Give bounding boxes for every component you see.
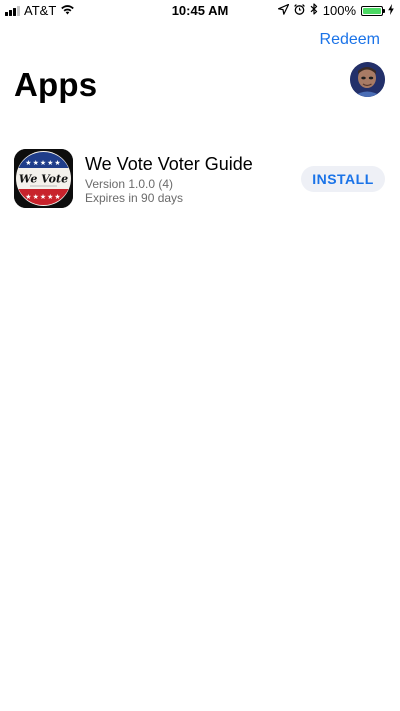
page-title: Apps xyxy=(14,66,98,103)
app-name: We Vote Voter Guide xyxy=(85,154,253,174)
redeem-button[interactable]: Redeem xyxy=(320,31,380,49)
svg-text:★★★★★: ★★★★★ xyxy=(25,159,61,167)
battery-icon xyxy=(361,5,385,16)
app-list-item[interactable]: ★★★★★ ★★★★★ We Vote We Vote Voter Guide … xyxy=(14,149,386,211)
app-expiration: Expires in 90 days xyxy=(85,191,184,205)
battery-percent: 100% xyxy=(322,3,356,18)
app-version: Version 1.0.0 (4) xyxy=(85,177,174,191)
alarm-icon xyxy=(293,3,305,18)
bluetooth-icon xyxy=(310,3,318,18)
we-vote-app-icon: ★★★★★ ★★★★★ We Vote xyxy=(14,149,73,208)
status-bar-right: 100% xyxy=(277,3,394,18)
charging-icon xyxy=(388,3,394,18)
account-avatar[interactable] xyxy=(350,62,385,97)
install-button[interactable]: INSTALL xyxy=(301,166,385,192)
app-icon-text: We Vote xyxy=(19,173,68,186)
svg-text:★★★★★: ★★★★★ xyxy=(25,193,61,201)
status-bar: AT&T 10:45 AM 100% xyxy=(0,0,400,22)
app-screen: AT&T 10:45 AM 100% Redeem Apps ★★★★★ ★★★… xyxy=(0,0,400,711)
location-icon xyxy=(277,3,289,18)
